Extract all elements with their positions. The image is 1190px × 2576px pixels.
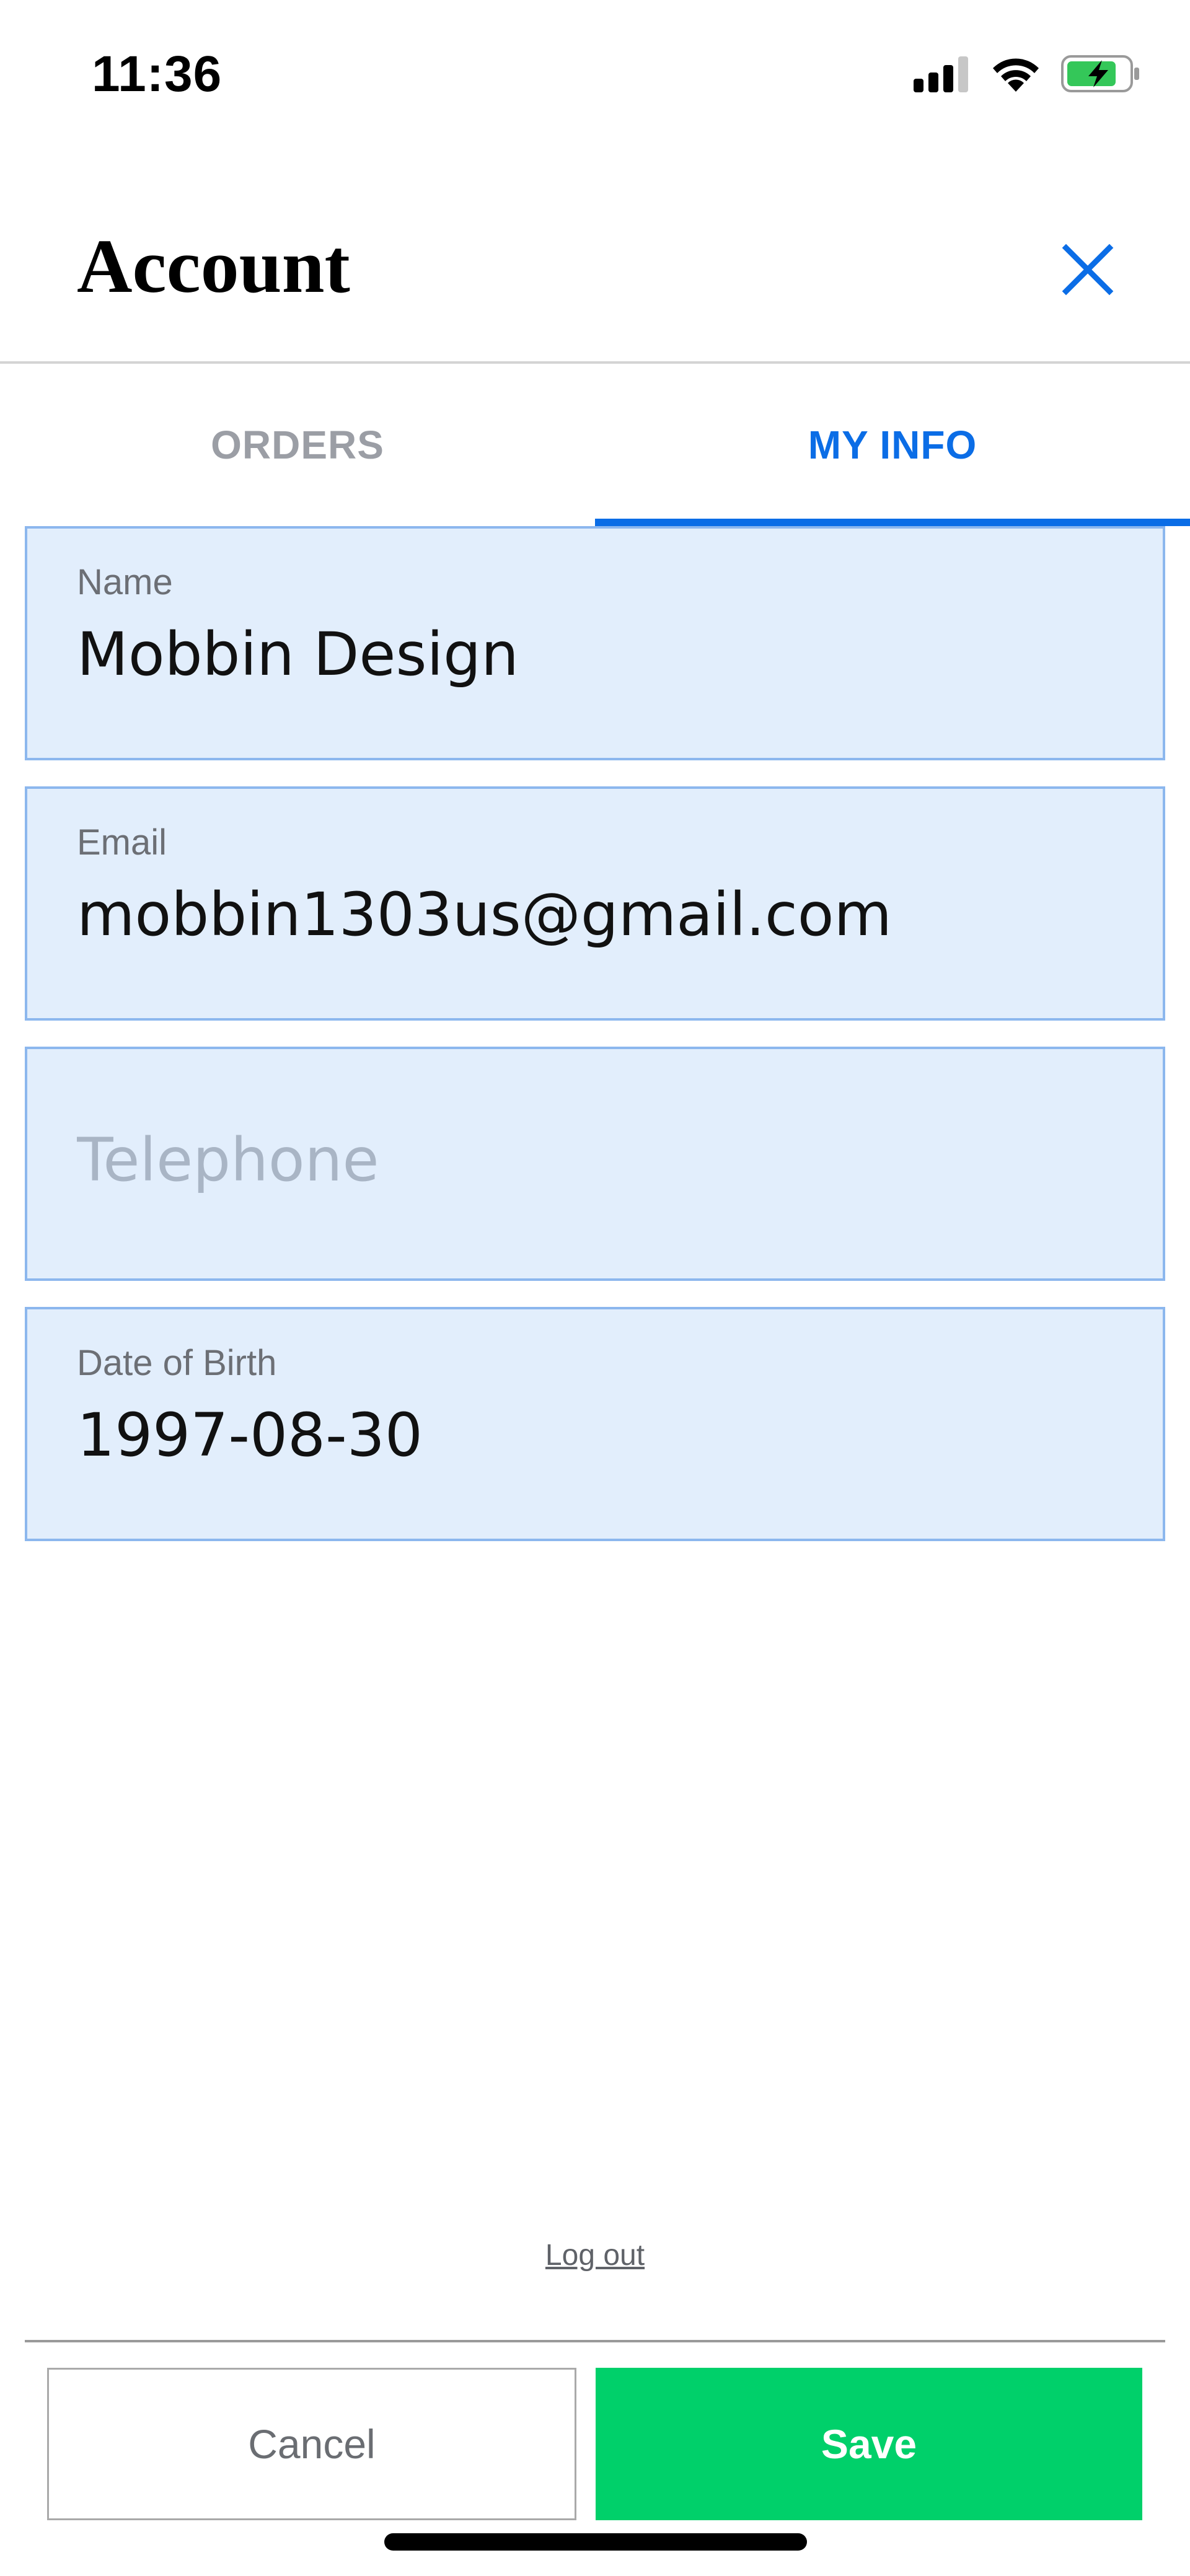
date-of-birth-field[interactable]: Date of Birth: [25, 1307, 1165, 1541]
tab-bar: ORDERS MY INFO: [0, 364, 1190, 526]
tab-orders[interactable]: ORDERS: [0, 364, 595, 526]
active-tab-indicator: [595, 519, 1190, 526]
battery-charging-icon: [1061, 55, 1139, 92]
close-button[interactable]: [1047, 229, 1128, 310]
tab-my-info[interactable]: MY INFO: [595, 364, 1190, 526]
status-bar: 11:36: [0, 0, 1190, 143]
logout-link[interactable]: Log out: [0, 2238, 1190, 2272]
signal-icon: [914, 56, 968, 92]
tab-orders-label: ORDERS: [211, 423, 384, 467]
telephone-field[interactable]: [25, 1047, 1165, 1281]
bottom-divider: [25, 2340, 1165, 2342]
page-title: Account: [77, 224, 350, 309]
telephone-input[interactable]: [77, 1120, 1106, 1200]
email-input[interactable]: [77, 874, 1106, 955]
email-field[interactable]: Email: [25, 786, 1165, 1021]
header: Account: [0, 186, 1190, 359]
name-input[interactable]: [77, 614, 1106, 695]
status-icons: [914, 52, 1140, 95]
wifi-icon: [993, 58, 1039, 92]
name-field[interactable]: Name: [25, 526, 1165, 760]
tab-my-info-label: MY INFO: [808, 423, 977, 467]
date-of-birth-input[interactable]: [77, 1395, 1106, 1475]
cancel-button[interactable]: Cancel: [47, 2368, 576, 2520]
email-label: Email: [77, 822, 167, 863]
home-indicator[interactable]: [384, 2533, 807, 2551]
close-icon: [1062, 244, 1114, 296]
save-button[interactable]: Save: [596, 2368, 1142, 2520]
my-info-form: Name Email Date of Birth: [25, 526, 1165, 1567]
date-of-birth-label: Date of Birth: [77, 1343, 277, 1383]
name-label: Name: [77, 562, 173, 602]
status-time: 11:36: [92, 46, 223, 102]
